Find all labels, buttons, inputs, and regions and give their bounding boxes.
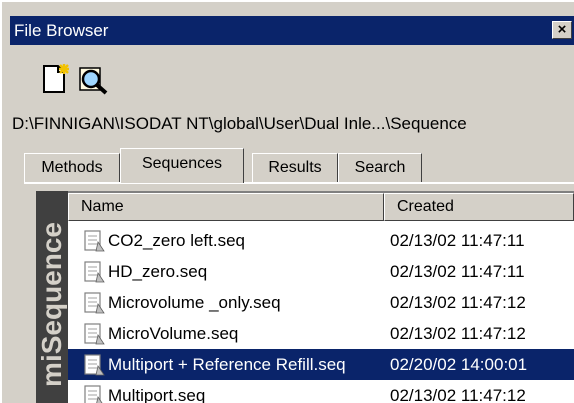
file-row[interactable]: Multiport.seq 02/13/02 11:47:12 bbox=[68, 380, 574, 403]
file-created: 02/20/02 14:00:01 bbox=[390, 355, 528, 374]
file-created: 02/13/02 11:47:11 bbox=[390, 262, 525, 281]
new-document-icon bbox=[43, 64, 69, 93]
magnifier-icon bbox=[79, 67, 108, 95]
sequence-file-icon bbox=[82, 385, 106, 403]
file-name: Multiport + Reference Refill.seq bbox=[108, 355, 346, 374]
file-created: 02/13/02 11:47:11 bbox=[390, 231, 525, 250]
tab-sequences[interactable]: Sequences bbox=[120, 148, 244, 183]
tab-results[interactable]: Results bbox=[252, 153, 338, 183]
sequence-file-icon bbox=[82, 230, 106, 252]
file-created: 02/13/02 11:47:12 bbox=[390, 324, 526, 343]
file-created: 02/13/02 11:47:12 bbox=[390, 293, 526, 312]
sequence-file-icon bbox=[82, 292, 106, 314]
tab-methods[interactable]: Methods bbox=[24, 153, 120, 183]
file-row[interactable]: Multiport + Reference Refill.seq 02/20/02… bbox=[68, 349, 574, 380]
file-row[interactable]: MicroVolume.seq 02/13/02 11:47:12 bbox=[68, 318, 574, 349]
sidebar-label: miSequence bbox=[36, 222, 67, 387]
sequence-file-icon bbox=[82, 261, 106, 283]
window-title: File Browser bbox=[14, 21, 109, 40]
current-path: D:\FINNIGAN\ISODAT NT\global\User\Dual I… bbox=[12, 114, 467, 133]
sequence-sidebar: miSequence bbox=[36, 191, 68, 403]
file-created: 02/13/02 11:47:12 bbox=[390, 386, 526, 403]
tab-strip: Methods Sequences Results Search bbox=[24, 148, 574, 183]
file-row[interactable]: CO2_zero left.seq 02/13/02 11:47:11 bbox=[68, 225, 574, 256]
tab-divider bbox=[24, 182, 574, 184]
tab-search[interactable]: Search bbox=[338, 153, 422, 183]
close-button[interactable]: × bbox=[552, 21, 572, 39]
column-header-name[interactable]: Name bbox=[68, 193, 384, 221]
sequence-file-icon bbox=[82, 354, 106, 376]
file-name: Microvolume _only.seq bbox=[108, 293, 281, 312]
sequence-file-icon bbox=[82, 323, 106, 345]
file-row[interactable]: Microvolume _only.seq 02/13/02 11:47:12 bbox=[68, 287, 574, 318]
title-bar[interactable]: File Browser × bbox=[10, 16, 574, 45]
find-button[interactable] bbox=[76, 62, 110, 96]
file-name: Multiport.seq bbox=[108, 386, 206, 403]
column-header-created[interactable]: Created bbox=[384, 193, 574, 221]
file-name: HD_zero.seq bbox=[108, 262, 208, 281]
new-sequence-button[interactable] bbox=[40, 62, 74, 96]
file-browser-window: File Browser × D:\FINNIGAN\ISODAT NT\glo… bbox=[0, 0, 574, 403]
file-name: MicroVolume.seq bbox=[108, 324, 239, 343]
file-row[interactable]: HD_zero.seq 02/13/02 11:47:11 bbox=[68, 256, 574, 287]
file-name: CO2_zero left.seq bbox=[108, 231, 246, 250]
